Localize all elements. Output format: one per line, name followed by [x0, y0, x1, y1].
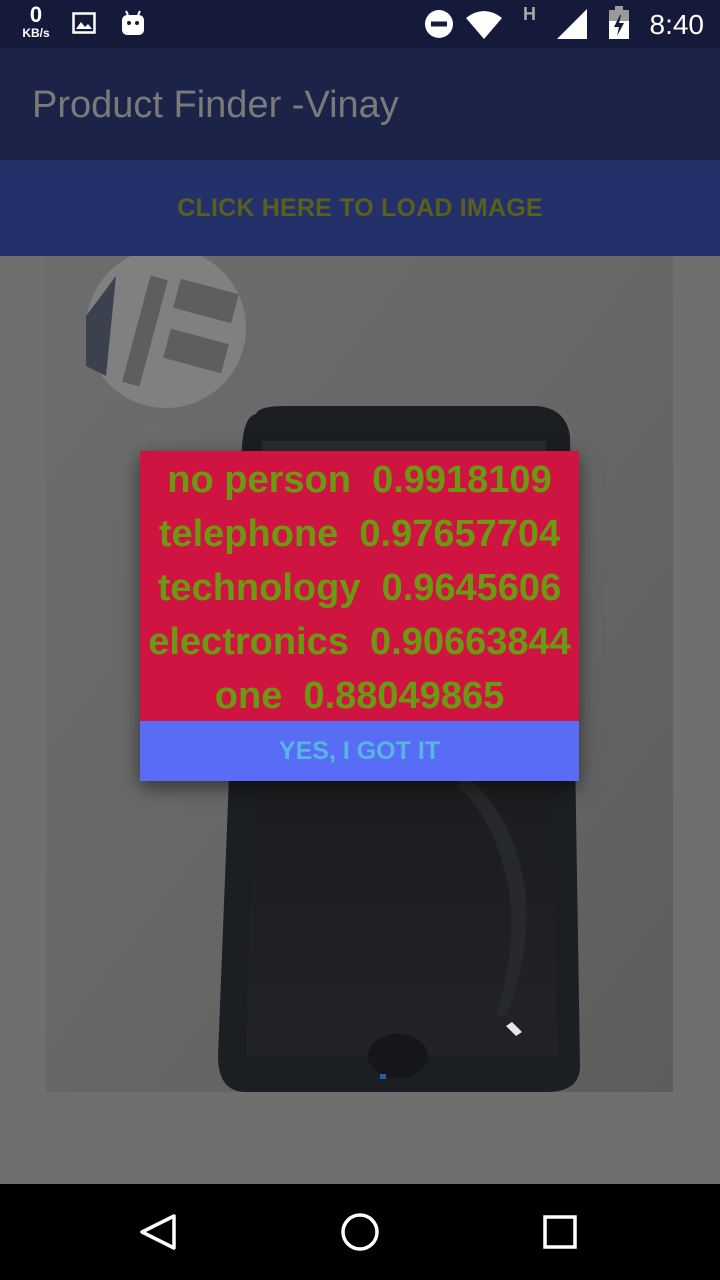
result-line: electronics 0.90663844: [148, 621, 571, 663]
load-image-button[interactable]: CLICK HERE TO LOAD IMAGE: [0, 160, 720, 256]
network-speed-value: 0: [29, 2, 43, 27]
home-icon[interactable]: [336, 1208, 384, 1256]
result-line: technology 0.9645606: [157, 567, 562, 609]
do-not-disturb-icon: [424, 9, 454, 43]
network-speed-unit: KB/s: [22, 26, 50, 40]
signal-icon: [556, 8, 588, 44]
battery-icon: [608, 6, 630, 44]
clock: 8:40: [649, 9, 705, 40]
results-body: no person 0.9918109 telephone 0.97657704…: [140, 451, 579, 721]
screen: 0 KB/s H 8:40 Product Finder -Vinay CLIC…: [0, 0, 720, 1280]
result-line: no person 0.9918109: [167, 459, 552, 501]
app-title: Product Finder -Vinay: [32, 84, 399, 126]
navigation-bar: [0, 1184, 720, 1280]
results-dialog: no person 0.9918109 telephone 0.97657704…: [140, 451, 579, 781]
result-line: telephone 0.97657704: [158, 513, 561, 555]
recents-icon[interactable]: [536, 1208, 584, 1256]
android-icon: [120, 9, 146, 41]
back-icon[interactable]: [136, 1208, 184, 1256]
wifi-icon: [464, 10, 504, 44]
result-line: one 0.88049865: [214, 675, 505, 717]
image-icon: [72, 12, 96, 38]
dismiss-button[interactable]: YES, I GOT IT: [140, 721, 579, 781]
network-speed: 0 KB/s: [16, 2, 56, 40]
app-bar: Product Finder -Vinay: [0, 48, 720, 160]
network-type: H: [523, 4, 536, 24]
status-bar: 0 KB/s H 8:40: [0, 0, 720, 48]
